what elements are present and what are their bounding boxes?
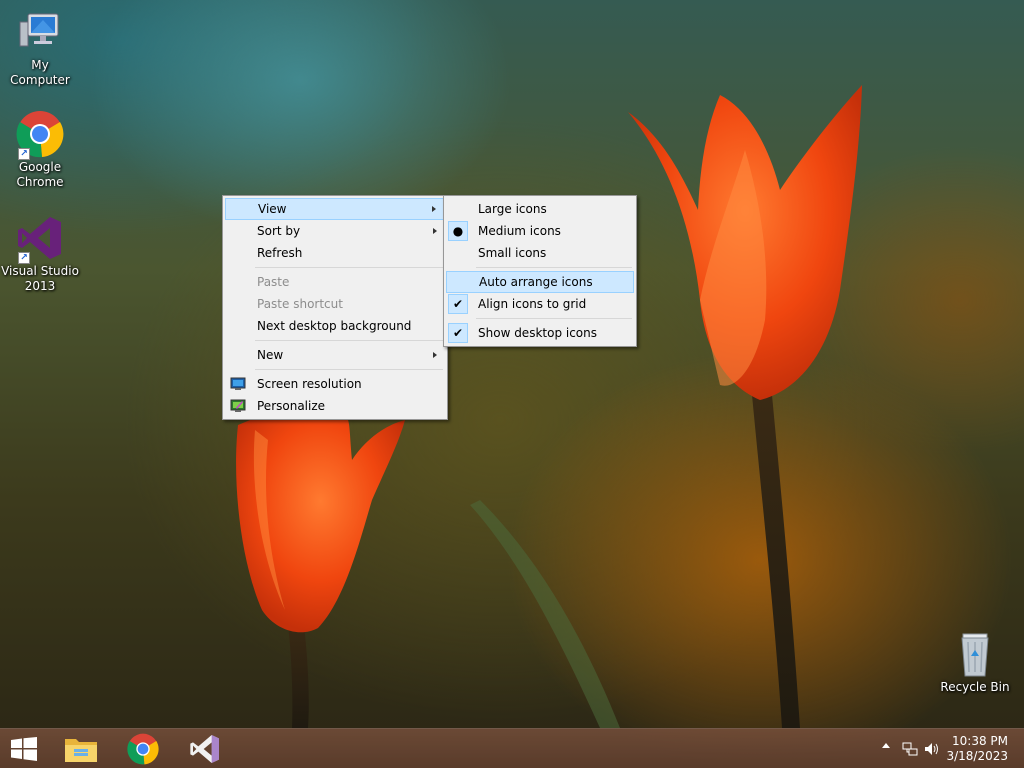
system-tray: 10:38 PM 3/18/2023 — [864, 729, 1024, 768]
menu-item-label: Auto arrange icons — [479, 275, 593, 289]
shortcut-arrow-icon: ↗ — [18, 252, 30, 264]
menu-item-label: View — [258, 202, 287, 216]
menu-separator — [476, 267, 632, 268]
submenu-arrow-icon — [433, 228, 437, 234]
menu-item-label: New — [257, 348, 284, 362]
desktop-context-menu: View Sort by Refresh Paste Paste shortcu… — [222, 195, 448, 420]
radio-bullet-icon: ● — [448, 221, 468, 241]
visual-studio-icon — [190, 735, 219, 763]
menu-item-paste[interactable]: Paste — [225, 271, 445, 293]
menu-item-label: Large icons — [478, 202, 547, 216]
show-hidden-icons-icon[interactable] — [882, 743, 890, 748]
chrome-icon — [127, 733, 159, 765]
clock-date: 3/18/2023 — [946, 749, 1008, 763]
menu-item-large-icons[interactable]: Large icons — [446, 198, 634, 220]
monitor-icon — [230, 377, 246, 390]
shortcut-arrow-icon: ↗ — [18, 148, 30, 160]
menu-item-label: Refresh — [257, 246, 303, 260]
windows-logo-icon — [11, 737, 37, 761]
menu-item-personalize[interactable]: Personalize — [225, 395, 445, 417]
recycle-bin-icon — [951, 630, 999, 678]
menu-item-refresh[interactable]: Refresh — [225, 242, 445, 264]
clock[interactable]: 10:38 PM 3/18/2023 — [938, 734, 1008, 764]
menu-item-label: Small icons — [478, 246, 547, 260]
checkmark-icon: ✔ — [448, 294, 468, 314]
menu-separator — [255, 267, 443, 268]
label-line: Google — [18, 160, 62, 174]
menu-separator — [255, 340, 443, 341]
taskbar-visual-studio[interactable] — [178, 729, 232, 768]
menu-item-paste-shortcut[interactable]: Paste shortcut — [225, 293, 445, 315]
menu-separator — [255, 369, 443, 370]
menu-item-label: Screen resolution — [257, 377, 362, 391]
menu-item-screen-resolution[interactable]: Screen resolution — [225, 373, 445, 395]
visual-studio-icon: ↗ — [16, 214, 64, 264]
menu-item-next-desktop-background[interactable]: Next desktop background — [225, 315, 445, 337]
menu-item-new[interactable]: New — [225, 344, 445, 366]
checkmark-icon: ✔ — [448, 323, 468, 343]
menu-separator — [476, 318, 632, 319]
menu-item-label: Paste — [257, 275, 290, 289]
menu-item-auto-arrange-icons[interactable]: Auto arrange icons — [446, 271, 634, 293]
taskbar: 10:38 PM 3/18/2023 — [0, 728, 1024, 768]
desktop-icon-google-chrome[interactable]: ↗ Google Chrome — [0, 110, 80, 190]
clock-time: 10:38 PM — [952, 734, 1008, 748]
label-line: Chrome — [16, 175, 64, 189]
menu-item-label: Sort by — [257, 224, 301, 238]
menu-item-show-desktop-icons[interactable]: ✔ Show desktop icons — [446, 322, 634, 344]
menu-item-label: Medium icons — [478, 224, 561, 238]
view-submenu: Large icons ● Medium icons Small icons A… — [443, 195, 637, 347]
chrome-icon: ↗ — [16, 110, 64, 160]
menu-item-small-icons[interactable]: Small icons — [446, 242, 634, 264]
desktop-wallpaper — [236, 85, 862, 728]
desktop-icon-label: Google Chrome — [0, 160, 80, 190]
submenu-arrow-icon — [432, 206, 436, 212]
network-icon[interactable] — [902, 741, 918, 757]
taskbar-file-explorer[interactable] — [54, 729, 108, 768]
desktop-icon-label: Visual Studio 2013 — [0, 264, 80, 294]
taskbar-google-chrome[interactable] — [116, 729, 170, 768]
label-line: 2013 — [24, 279, 56, 293]
menu-item-label: Align icons to grid — [478, 297, 587, 311]
personalize-icon — [230, 399, 246, 412]
menu-item-label: Next desktop background — [257, 319, 412, 333]
desktop-icon-label: My Computer — [10, 58, 70, 87]
desktop-icon-label: Recycle Bin — [940, 680, 1010, 694]
desktop-icon-recycle-bin[interactable]: Recycle Bin — [935, 630, 1015, 695]
folder-icon — [65, 739, 97, 762]
menu-item-label: Show desktop icons — [478, 326, 598, 340]
desktop-icon-my-computer[interactable]: My Computer — [0, 8, 80, 88]
computer-icon — [16, 8, 64, 56]
menu-item-medium-icons[interactable]: ● Medium icons — [446, 220, 634, 242]
menu-item-align-icons-to-grid[interactable]: ✔ Align icons to grid — [446, 293, 634, 315]
menu-item-view[interactable]: View — [225, 198, 445, 220]
menu-item-label: Paste shortcut — [257, 297, 343, 311]
desktop-icon-visual-studio[interactable]: ↗ Visual Studio 2013 — [0, 214, 80, 294]
submenu-arrow-icon — [433, 352, 437, 358]
label-line: Visual Studio — [1, 264, 79, 278]
menu-item-label: Personalize — [257, 399, 326, 413]
start-button[interactable] — [0, 729, 54, 768]
menu-item-sort-by[interactable]: Sort by — [225, 220, 445, 242]
